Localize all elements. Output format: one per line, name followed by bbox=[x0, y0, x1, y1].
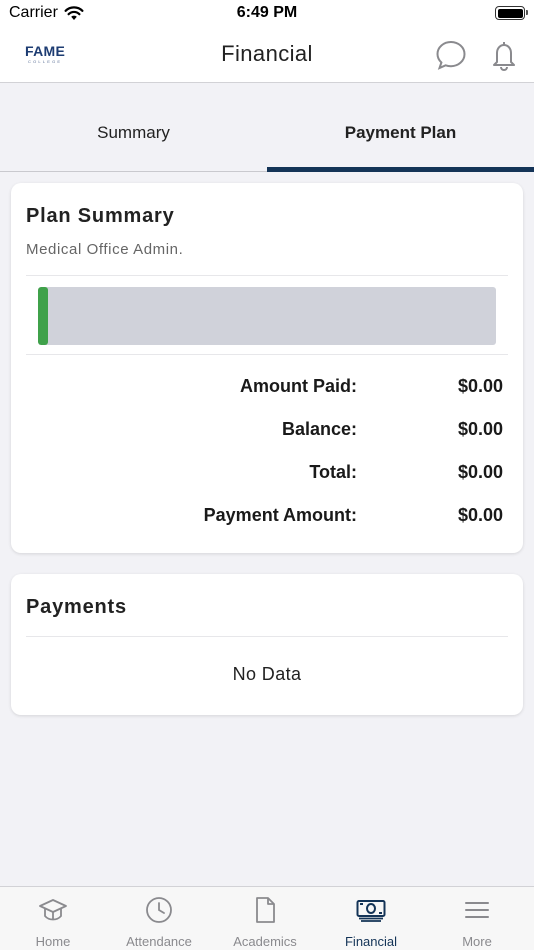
clock-icon bbox=[144, 895, 174, 925]
clock-time: 6:49 PM bbox=[236, 4, 298, 21]
amount-paid-row: Amount Paid: $0.00 bbox=[11, 376, 523, 400]
document-icon bbox=[250, 895, 280, 925]
tab-bar-label-academics: Academics bbox=[233, 934, 297, 949]
divider bbox=[26, 275, 508, 276]
bell-icon[interactable] bbox=[488, 38, 520, 72]
divider bbox=[26, 354, 508, 355]
total-row: Total: $0.00 bbox=[11, 462, 523, 486]
tab-bar-item-financial[interactable]: Financial bbox=[318, 887, 424, 950]
money-icon bbox=[356, 895, 386, 925]
divider bbox=[26, 636, 508, 637]
payments-title: Payments bbox=[26, 596, 127, 618]
tab-bar-label-home: Home bbox=[35, 934, 71, 949]
financial-tabs: Summary Payment Plan bbox=[0, 84, 534, 172]
amount-paid-label: Amount Paid: bbox=[240, 376, 357, 396]
tab-bar-item-attendance[interactable]: Attendance bbox=[106, 887, 212, 950]
tab-bar-item-academics[interactable]: Academics bbox=[212, 887, 318, 950]
tab-bar-label-attendance: Attendance bbox=[126, 934, 192, 949]
total-value: $0.00 bbox=[457, 462, 503, 482]
payment-progress-fill bbox=[38, 287, 48, 345]
tab-bar-item-more[interactable]: More bbox=[424, 887, 534, 950]
empty-state-text: No Data bbox=[232, 664, 302, 684]
menu-icon bbox=[462, 895, 492, 925]
nav-header: FAME COLLEGE Financial bbox=[0, 28, 534, 83]
tab-summary[interactable]: Summary bbox=[0, 84, 267, 172]
tab-bar-label-financial: Financial bbox=[344, 934, 398, 949]
plan-summary-card: Plan Summary Medical Office Admin. Amoun… bbox=[11, 183, 523, 553]
plan-summary-title: Plan Summary bbox=[26, 205, 175, 227]
payments-card: Payments No Data bbox=[11, 574, 523, 715]
payment-amount-value: $0.00 bbox=[457, 505, 503, 525]
bottom-tab-bar: Home Attendance Academics Financial More bbox=[0, 886, 534, 950]
graduation-cap-icon bbox=[38, 895, 68, 925]
battery-icon bbox=[495, 6, 528, 20]
payment-amount-row: Payment Amount: $0.00 bbox=[11, 505, 523, 529]
program-name: Medical Office Admin. bbox=[26, 241, 184, 258]
tab-bar-label-more: More bbox=[462, 934, 492, 949]
balance-row: Balance: $0.00 bbox=[11, 419, 523, 443]
amount-paid-value: $0.00 bbox=[457, 376, 503, 396]
payment-amount-label: Payment Amount: bbox=[203, 505, 357, 525]
balance-value: $0.00 bbox=[457, 419, 503, 439]
chat-bubble-icon[interactable] bbox=[434, 38, 468, 72]
active-tab-indicator bbox=[267, 167, 534, 172]
payment-progress-bar bbox=[38, 287, 496, 345]
tab-bar-item-home[interactable]: Home bbox=[0, 887, 106, 950]
balance-label: Balance: bbox=[281, 419, 357, 439]
total-label: Total: bbox=[309, 462, 357, 482]
status-bar: Carrier 6:49 PM bbox=[0, 0, 534, 28]
tab-payment-plan[interactable]: Payment Plan bbox=[267, 84, 534, 172]
